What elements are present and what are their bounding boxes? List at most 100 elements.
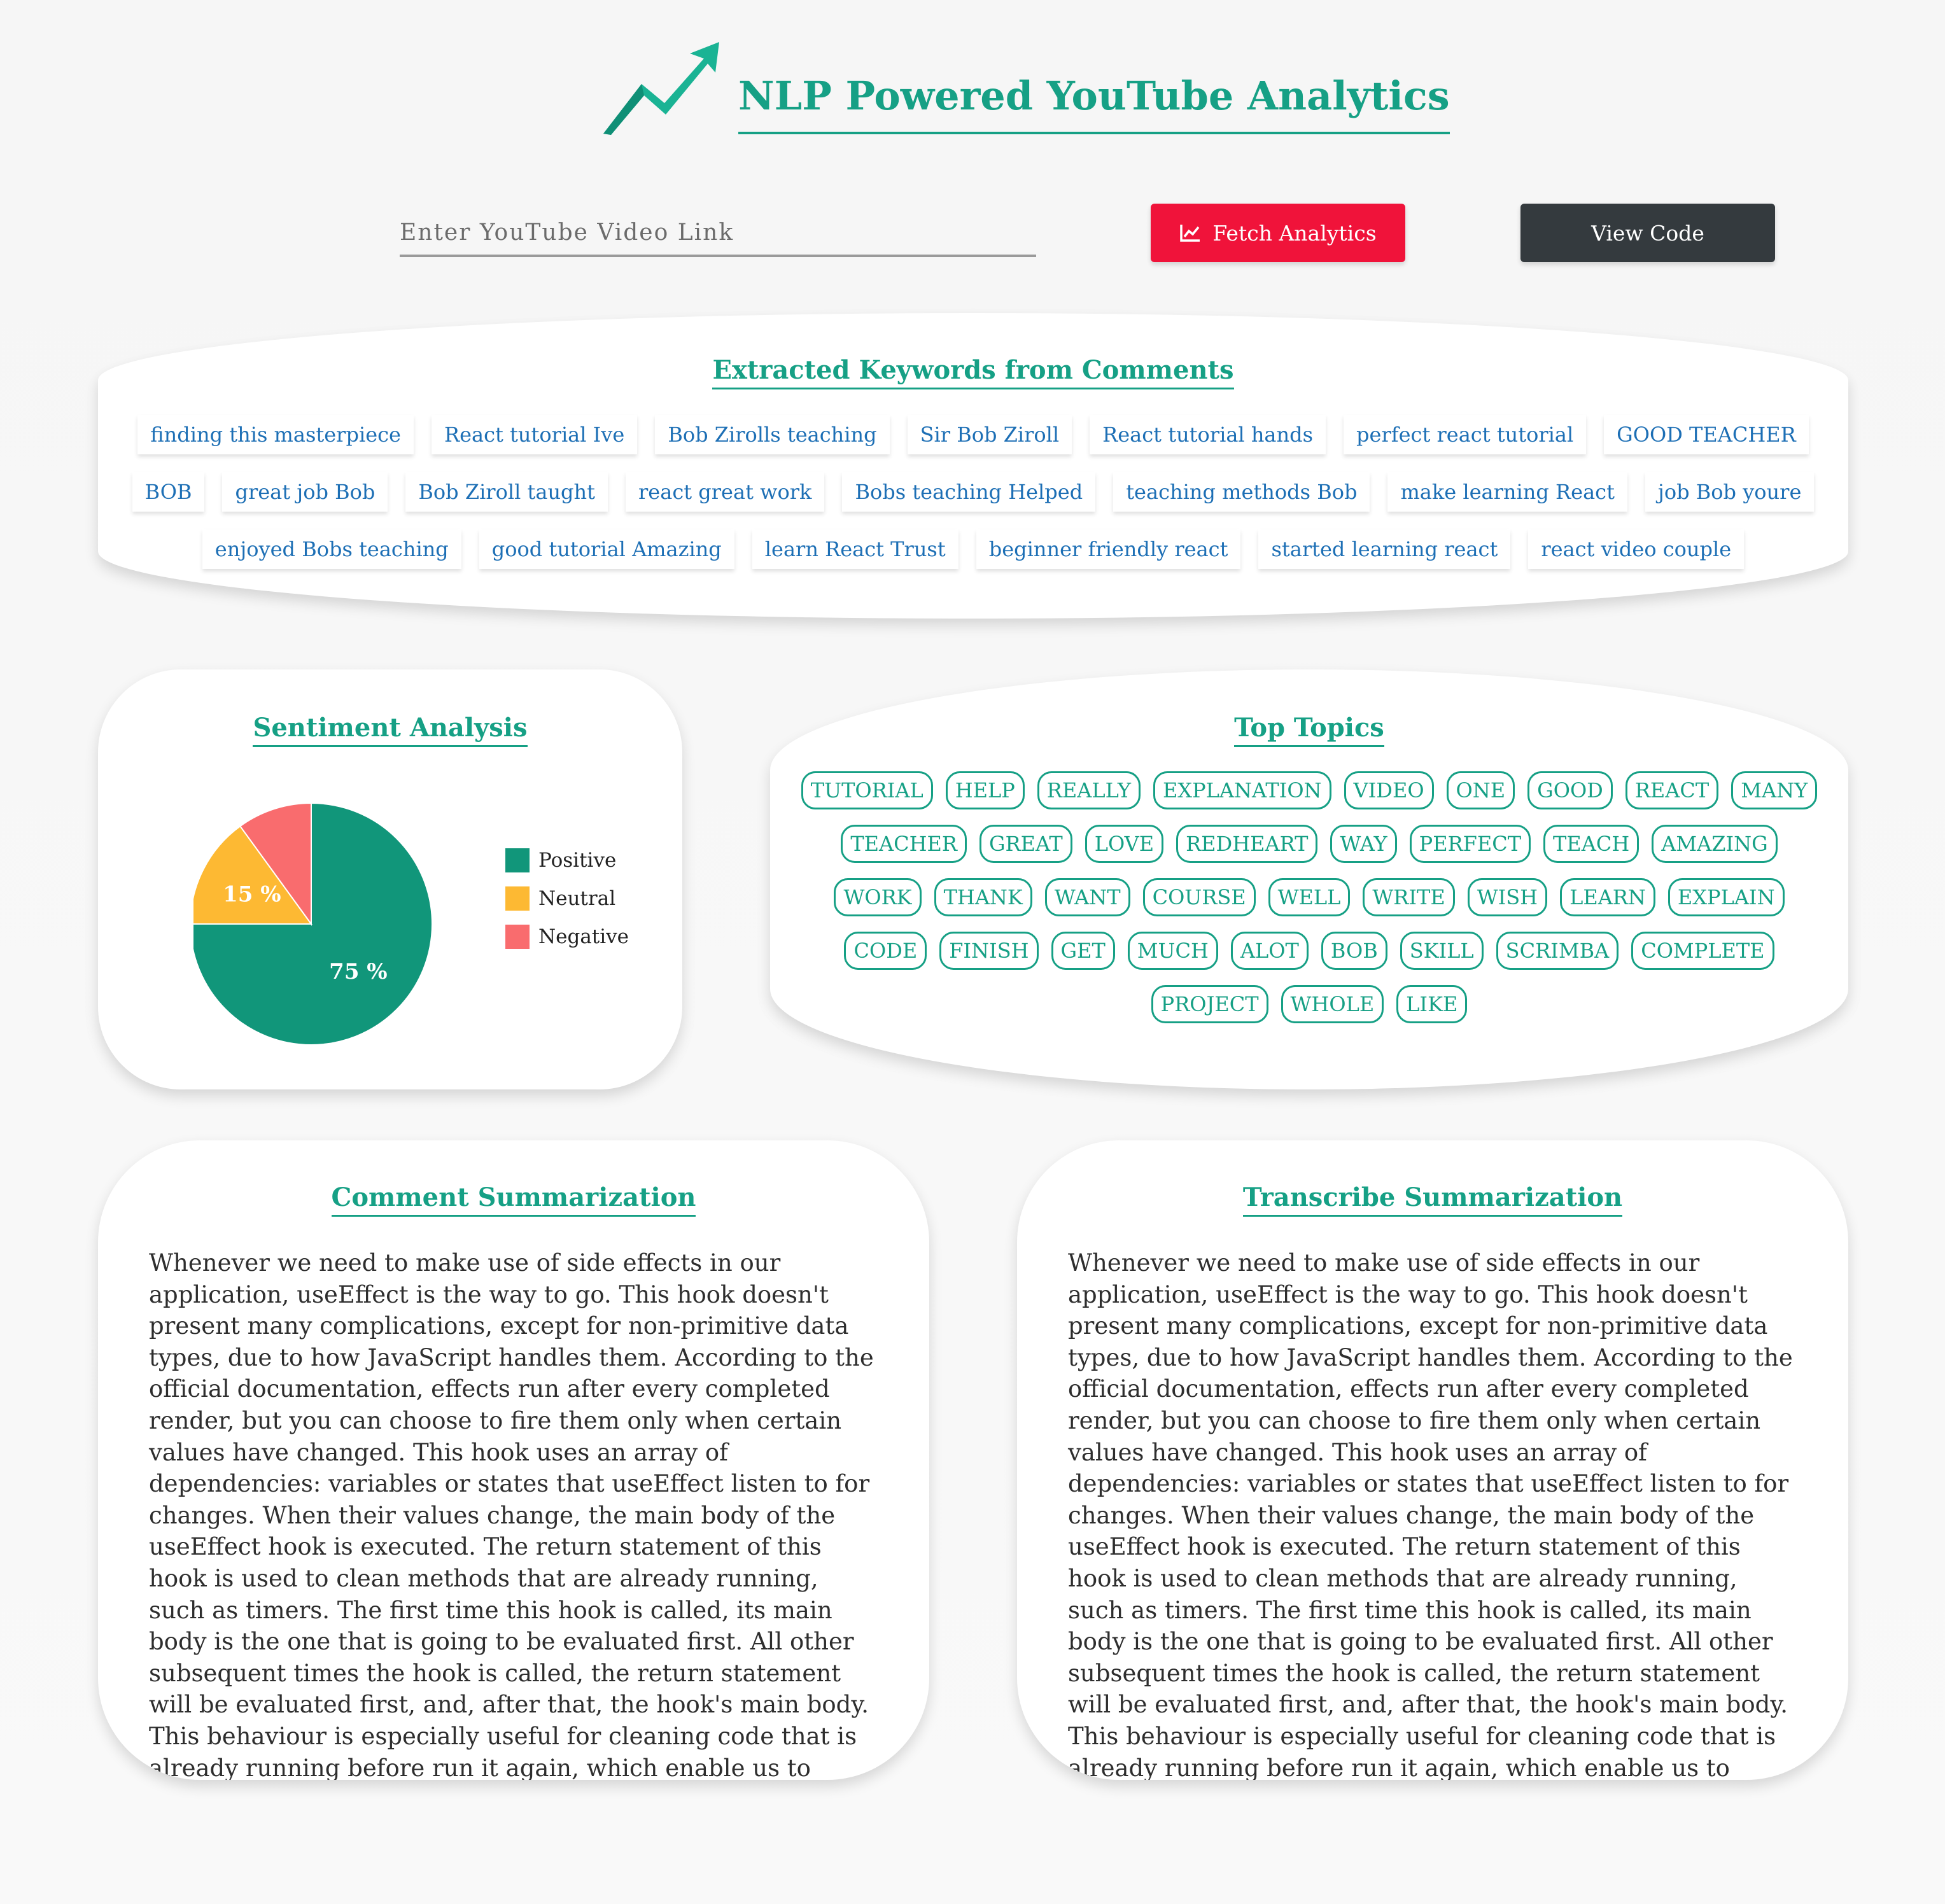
comment-summary-text: Whenever we need to make use of side eff… [149, 1249, 874, 1780]
topic-chip[interactable]: ALOT [1230, 932, 1309, 970]
topic-chip[interactable]: LOVE [1085, 825, 1164, 863]
topic-chip[interactable]: COMPLETE [1631, 932, 1774, 970]
legend-item-negative: Negative [505, 918, 629, 956]
comment-summary-card: Comment Summarization Whenever we need t… [98, 1140, 929, 1780]
transcribe-summary-card: Transcribe Summarization Whenever we nee… [1017, 1140, 1848, 1780]
trending-up-arrow-icon [603, 42, 719, 135]
topic-chip[interactable]: PROJECT [1151, 985, 1268, 1023]
legend-swatch [505, 848, 530, 872]
keyword-tag[interactable]: react video couple [1528, 529, 1745, 569]
comment-summary-title: Comment Summarization [98, 1182, 929, 1217]
view-code-button[interactable]: View Code [1520, 204, 1775, 262]
topic-chip[interactable]: LIKE [1396, 985, 1468, 1023]
keyword-tag[interactable]: enjoyed Bobs teaching [202, 529, 461, 569]
keyword-tag[interactable]: Bob Ziroll taught [405, 472, 608, 512]
legend-label: Negative [538, 925, 629, 948]
topic-chip[interactable]: HELP [945, 771, 1025, 809]
sentiment-legend: Positive Neutral Negative [505, 841, 629, 956]
keyword-tag[interactable]: great job Bob [222, 472, 388, 512]
topic-chip[interactable]: MUCH [1127, 932, 1218, 970]
topic-chip[interactable]: PERFECT [1409, 825, 1531, 863]
topic-chip[interactable]: COURSE [1142, 878, 1256, 916]
keyword-tag[interactable]: React tutorial Ive [431, 415, 638, 454]
topic-chip[interactable]: FINISH [939, 932, 1039, 970]
keyword-row: finding this masterpiece React tutorial I… [98, 415, 1848, 454]
keyword-tag[interactable]: learn React Trust [752, 529, 958, 569]
topic-chip[interactable]: REDHEART [1176, 825, 1318, 863]
keyword-row: BOB great job Bob Bob Ziroll taught react g… [98, 472, 1848, 512]
topic-row: WORK THANK WANT COURSE WELL WRITE WISH LEARN EXP… [770, 878, 1848, 916]
topic-chip[interactable]: VIDEO [1344, 771, 1434, 809]
topic-chip[interactable]: BOB [1321, 932, 1387, 970]
keyword-tag[interactable]: perfect react tutorial [1344, 415, 1587, 454]
keyword-tag[interactable]: Bobs teaching Helped [842, 472, 1096, 512]
legend-label: Positive [538, 849, 617, 872]
keyword-tag[interactable]: job Bob youre [1645, 472, 1815, 512]
fetch-analytics-label: Fetch Analytics [1212, 220, 1377, 246]
keyword-tag[interactable]: make learning React [1387, 472, 1627, 512]
keyword-tag[interactable]: finding this masterpiece [137, 415, 414, 454]
keywords-list: finding this masterpiece React tutorial I… [98, 415, 1848, 587]
topic-chip[interactable]: MANY [1731, 771, 1818, 809]
topic-chip[interactable]: WISH [1467, 878, 1548, 916]
keyword-tag[interactable]: GOOD TEACHER [1604, 415, 1809, 454]
topic-chip[interactable]: TEACH [1543, 825, 1640, 863]
keywords-title: Extracted Keywords from Comments [98, 355, 1848, 389]
topic-chip[interactable]: LEARN [1560, 878, 1655, 916]
keyword-tag[interactable]: started learning react [1258, 529, 1511, 569]
topic-row: PROJECT WHOLE LIKE [770, 985, 1848, 1023]
keyword-tag[interactable]: beginner friendly react [976, 529, 1241, 569]
topic-row: TEACHER GREAT LOVE REDHEART WAY PERFECT TEACH A… [770, 825, 1848, 863]
keywords-card: Extracted Keywords from Comments finding… [98, 313, 1848, 619]
transcribe-summary-title: Transcribe Summarization [1017, 1182, 1848, 1217]
legend-item-neutral: Neutral [505, 879, 629, 918]
topic-chip[interactable]: GET [1051, 932, 1115, 970]
legend-swatch [505, 886, 530, 911]
topic-chip[interactable]: WHOLE [1281, 985, 1384, 1023]
topic-chip[interactable]: SKILL [1400, 932, 1484, 970]
page-title: NLP Powered YouTube Analytics [738, 73, 1450, 134]
line-chart-icon [1180, 225, 1200, 242]
topic-row: CODE FINISH GET MUCH ALOT BOB SKILL SCRIMBA COMP… [770, 932, 1848, 970]
topic-chip[interactable]: WELL [1268, 878, 1351, 916]
topic-chip[interactable]: REACT [1625, 771, 1719, 809]
keyword-tag[interactable]: Bob Zirolls teaching [655, 415, 890, 454]
topic-chip[interactable]: GOOD [1527, 771, 1613, 809]
topic-row: TUTORIAL HELP REALLY EXPLANATION VIDEO ONE GOO… [770, 771, 1848, 809]
keyword-tag[interactable]: BOB [132, 472, 205, 512]
topic-chip[interactable]: TEACHER [841, 825, 967, 863]
topic-chip[interactable]: WAY [1330, 825, 1397, 863]
topic-chip[interactable]: SCRIMBA [1496, 932, 1619, 970]
transcribe-summary-text: Whenever we need to make use of side eff… [1068, 1249, 1793, 1780]
legend-item-positive: Positive [505, 841, 629, 879]
pie-label-positive: 75 % [329, 959, 387, 984]
topic-chip[interactable]: THANK [934, 878, 1032, 916]
sentiment-title: Sentiment Analysis [98, 713, 682, 747]
topic-chip[interactable]: GREAT [979, 825, 1072, 863]
topic-chip[interactable]: AMAZING [1652, 825, 1778, 863]
video-link-input[interactable] [400, 210, 1036, 257]
topic-chip[interactable]: TUTORIAL [801, 771, 933, 809]
legend-label: Neutral [538, 887, 616, 910]
keyword-tag[interactable]: good tutorial Amazing [479, 529, 734, 569]
topic-chip[interactable]: CODE [844, 932, 927, 970]
keyword-row: enjoyed Bobs teaching good tutorial Amazi… [98, 529, 1848, 569]
topic-chip[interactable]: WANT [1044, 878, 1130, 916]
topics-card: Top Topics TUTORIAL HELP REALLY EXPLANATION… [770, 669, 1848, 1089]
keyword-tag[interactable]: React tutorial hands [1090, 415, 1326, 454]
legend-swatch [505, 925, 530, 949]
topics-list: TUTORIAL HELP REALLY EXPLANATION VIDEO ONE GOO… [770, 771, 1848, 1039]
keyword-tag[interactable]: react great work [626, 472, 825, 512]
sentiment-pie-chart: 75 % 15 % [193, 802, 433, 1046]
topic-chip[interactable]: EXPLANATION [1153, 771, 1331, 809]
topic-chip[interactable]: WRITE [1363, 878, 1455, 916]
topic-chip[interactable]: REALLY [1037, 771, 1141, 809]
keyword-tag[interactable]: Sir Bob Ziroll [907, 415, 1072, 454]
pie-label-neutral: 15 % [223, 882, 281, 907]
topic-chip[interactable]: EXPLAIN [1668, 878, 1785, 916]
keyword-tag[interactable]: teaching methods Bob [1113, 472, 1370, 512]
sentiment-card: Sentiment Analysis 75 % 15 % Positive Neut… [98, 669, 682, 1089]
topic-chip[interactable]: WORK [834, 878, 922, 916]
fetch-analytics-button[interactable]: Fetch Analytics [1151, 204, 1405, 262]
topic-chip[interactable]: ONE [1446, 771, 1515, 809]
